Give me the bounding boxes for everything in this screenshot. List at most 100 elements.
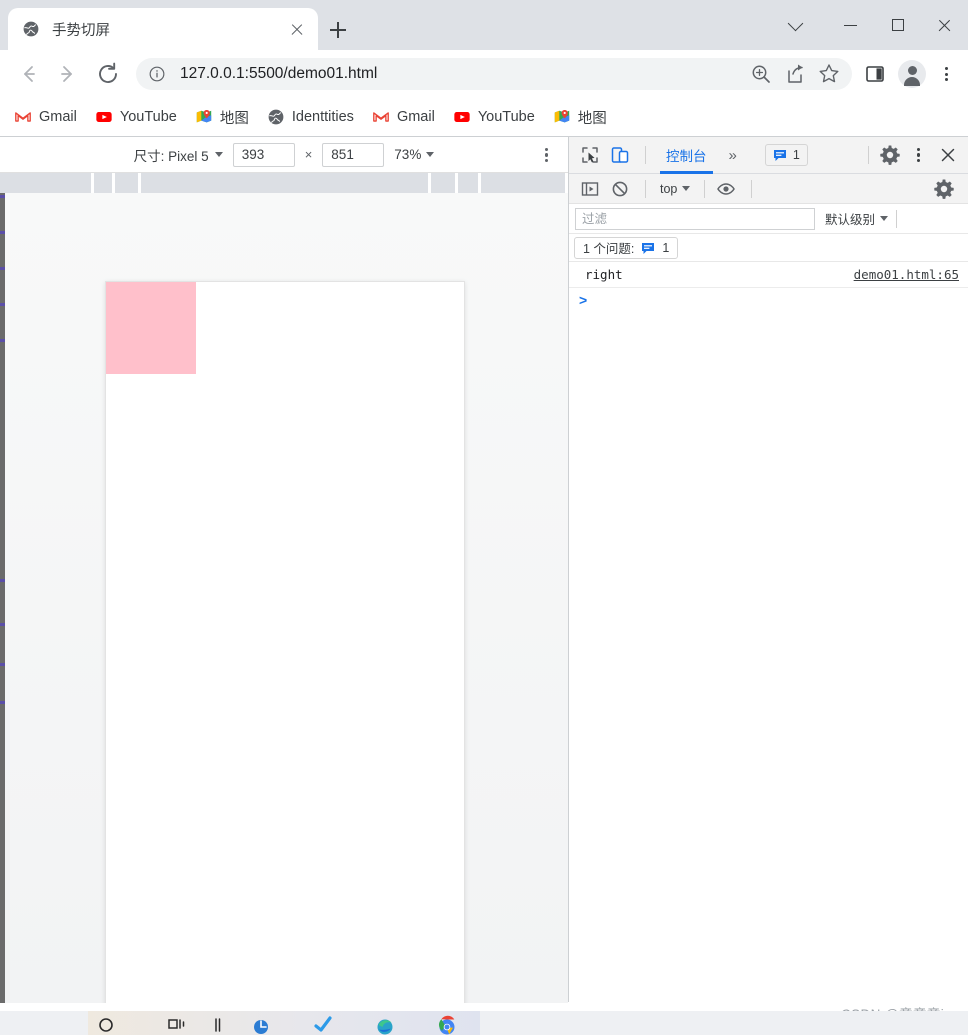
omnibox-actions — [744, 57, 846, 91]
maps-icon — [195, 108, 213, 126]
divider — [896, 209, 898, 228]
bookmark-gmail-2[interactable]: Gmail — [372, 108, 435, 126]
globe-icon — [22, 20, 40, 38]
stage-scrollbar[interactable] — [0, 193, 5, 1003]
issues-label: 1 个问题: — [583, 242, 635, 256]
side-panel-icon[interactable] — [858, 57, 892, 91]
chevron-down-icon — [426, 152, 435, 157]
console-filter-bar: 过滤 默认级别 — [569, 204, 968, 234]
reload-button[interactable] — [90, 56, 126, 92]
forward-button[interactable] — [50, 56, 86, 92]
console-log-message: right — [585, 267, 623, 282]
issues-pill[interactable]: 1 个问题: 1 — [574, 236, 679, 259]
bookmark-identtities[interactable]: Identtities — [267, 108, 354, 126]
tab-console[interactable]: 控制台 — [654, 137, 719, 174]
maps-icon — [553, 108, 571, 126]
device-toolbar-icon[interactable] — [607, 142, 633, 168]
device-zoom-label: 73% — [394, 147, 422, 162]
taskbar-strip — [88, 1011, 480, 1035]
tab-strip: 手势切屏 — [0, 0, 968, 50]
browser-toolbar: 127.0.0.1:5500/demo01.html — [0, 50, 968, 98]
bookmark-label: Identtities — [291, 109, 354, 125]
console-prompt[interactable]: > — [569, 288, 968, 312]
todo-check-icon[interactable] — [312, 1013, 334, 1035]
message-count-badge[interactable]: 1 — [764, 144, 808, 166]
device-ruler — [0, 173, 568, 193]
info-circle-icon[interactable] — [148, 65, 166, 83]
clear-console-icon[interactable] — [607, 176, 633, 202]
search-icon[interactable] — [96, 1013, 118, 1035]
device-height-input[interactable]: 851 — [322, 142, 385, 167]
plus-icon[interactable] — [324, 16, 352, 44]
avatar[interactable] — [898, 60, 926, 88]
close-icon[interactable] — [286, 18, 308, 40]
device-size-select[interactable]: 尺寸: Pixel 5 — [134, 145, 223, 165]
devtools-tabbar: 控制台 » 1 — [569, 137, 968, 174]
bookmark-label: YouTube — [477, 109, 535, 125]
execution-context-select[interactable]: top — [654, 182, 696, 196]
share-icon[interactable] — [778, 57, 812, 91]
globe-icon — [267, 108, 285, 126]
device-zoom-select[interactable]: 73% — [394, 147, 435, 162]
pink-box[interactable] — [106, 282, 196, 374]
divider — [645, 179, 646, 198]
bookmark-maps-1[interactable]: 地图 — [195, 107, 249, 128]
console-log-row[interactable]: right demo01.html:65 — [569, 262, 968, 288]
gmail-icon — [14, 108, 32, 126]
zoom-in-icon[interactable] — [744, 57, 778, 91]
devtools-menu-icon[interactable] — [907, 142, 935, 168]
maximize-button[interactable] — [874, 0, 921, 50]
prompt-arrow-icon: > — [579, 292, 588, 308]
divider — [751, 179, 753, 198]
minimize-button[interactable] — [827, 0, 874, 50]
console-sidebar-icon[interactable] — [577, 176, 603, 202]
bookmark-youtube-2[interactable]: YouTube — [453, 108, 535, 126]
bookmark-star-icon[interactable] — [812, 57, 846, 91]
browser-tab[interactable]: 手势切屏 — [8, 8, 318, 50]
bookmarks-bar: Gmail YouTube 地图 Identtities Gmail YouTu… — [0, 98, 968, 136]
console-log-source-link[interactable]: demo01.html:65 — [854, 267, 959, 282]
address-bar[interactable]: 127.0.0.1:5500/demo01.html — [136, 58, 852, 90]
bookmark-label: YouTube — [119, 109, 177, 125]
live-expression-icon[interactable] — [713, 176, 739, 202]
chevrons-right-icon[interactable]: » — [719, 147, 747, 164]
divider — [868, 146, 869, 164]
back-button[interactable] — [10, 56, 46, 92]
issues-count: 1 — [662, 240, 670, 255]
bookmark-label: Gmail — [396, 109, 435, 125]
tab-search-button[interactable] — [765, 0, 827, 50]
dimension-separator: × — [304, 147, 313, 162]
task-view-icon[interactable] — [166, 1013, 188, 1035]
bookmark-label: 地图 — [219, 110, 249, 127]
chevron-down-icon — [214, 152, 223, 157]
browser-window: 手势切屏 127.0.0.1:5500/demo01.html Gmail Yo… — [0, 0, 968, 1035]
youtube-icon — [453, 108, 471, 126]
filter-input[interactable]: 过滤 — [575, 207, 815, 230]
bookmark-maps-2[interactable]: 地图 — [553, 107, 607, 128]
device-toolbar: 尺寸: Pixel 5 393 × 851 73% — [0, 137, 568, 173]
url-text: 127.0.0.1:5500/demo01.html — [180, 65, 378, 82]
filter-placeholder: 过滤 — [582, 211, 608, 226]
edge-icon[interactable] — [374, 1013, 396, 1035]
divider — [645, 146, 646, 164]
word-icon[interactable] — [250, 1013, 272, 1035]
console-settings-gear-icon[interactable] — [931, 176, 957, 202]
inspect-cursor-icon[interactable] — [577, 142, 603, 168]
bookmark-youtube-1[interactable]: YouTube — [95, 108, 177, 126]
chevron-down-icon — [880, 216, 889, 221]
devtools-close-icon[interactable] — [935, 142, 961, 168]
kebab-menu-icon[interactable] — [932, 57, 960, 91]
message-icon — [773, 148, 787, 162]
emulated-viewport[interactable] — [105, 281, 465, 1003]
log-level-select[interactable]: 默认级别 — [825, 209, 889, 228]
minimize-icon — [844, 25, 857, 27]
device-toolbar-menu-icon[interactable] — [534, 143, 558, 167]
gear-icon[interactable] — [877, 142, 903, 168]
widgets-icon[interactable] — [208, 1013, 230, 1035]
close-window-button[interactable] — [921, 0, 968, 50]
chevron-down-icon — [787, 15, 804, 32]
device-stage — [0, 193, 568, 1003]
chrome-icon[interactable] — [436, 1013, 458, 1035]
bookmark-gmail-1[interactable]: Gmail — [14, 108, 77, 126]
device-width-input[interactable]: 393 — [232, 142, 295, 167]
